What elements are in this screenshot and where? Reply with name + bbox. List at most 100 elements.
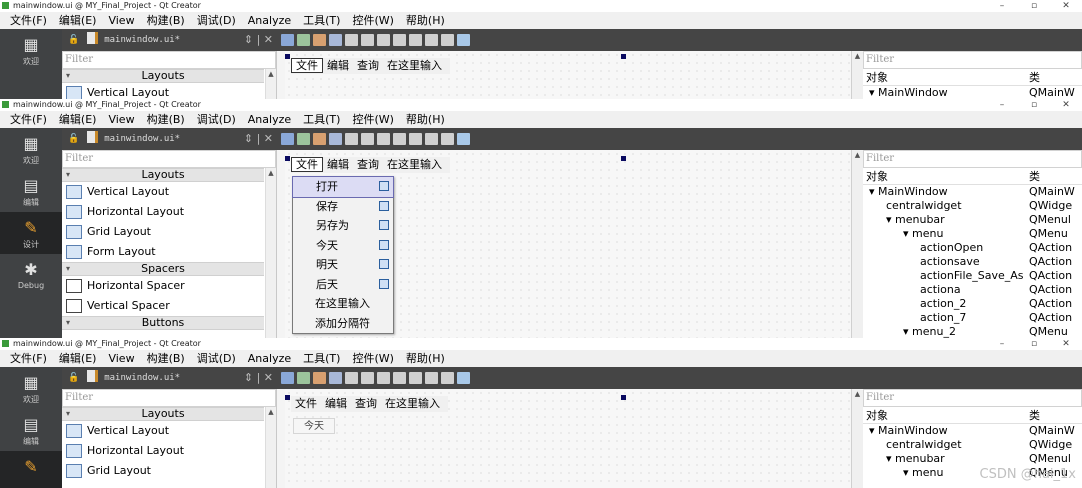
tree-row[interactable]: action_2 QAction xyxy=(863,297,1082,311)
widget-vertical-layout[interactable]: Vertical Layout xyxy=(62,421,264,441)
widget-horizontal-layout[interactable]: Horizontal Layout xyxy=(62,441,264,461)
tree-row[interactable]: actionsave QAction xyxy=(863,255,1082,269)
menu-edit[interactable]: 编辑(E) xyxy=(59,113,97,126)
adjust-size-icon[interactable] xyxy=(457,372,470,384)
mode-edit[interactable]: ▤ 编辑 xyxy=(0,170,62,212)
menu-tools[interactable]: 工具(T) xyxy=(303,113,340,126)
object-filter-input[interactable]: Filter xyxy=(863,150,1082,168)
close-button[interactable]: ✕ xyxy=(1050,0,1082,12)
adjust-size-icon[interactable] xyxy=(457,34,470,46)
adjust-size-icon[interactable] xyxy=(457,133,470,145)
form-menu-type-here[interactable]: 在这里输入 xyxy=(383,158,446,171)
submenu-today-item[interactable]: 今天 xyxy=(293,418,335,434)
menu-view[interactable]: View xyxy=(108,14,134,27)
close-button[interactable]: ✕ xyxy=(1050,338,1082,350)
category-layouts[interactable]: ▾ Layouts xyxy=(62,407,264,421)
layout-grid-icon[interactable] xyxy=(425,34,438,46)
break-layout-icon[interactable] xyxy=(441,133,454,145)
menu-analyze[interactable]: Analyze xyxy=(248,113,291,126)
category-spacers[interactable]: ▾ Spacers xyxy=(62,262,264,276)
tree-row[interactable]: actiona QAction xyxy=(863,283,1082,297)
layout-split-h-icon[interactable] xyxy=(377,34,390,46)
layout-split-v-icon[interactable] xyxy=(393,372,406,384)
menu-item-save-as[interactable]: 另存为 xyxy=(293,216,393,236)
form-menu-file[interactable]: 文件 xyxy=(291,397,321,410)
edit-widgets-icon[interactable] xyxy=(281,133,294,145)
layout-horizontal-icon[interactable] xyxy=(345,133,358,145)
selection-handle[interactable] xyxy=(621,54,626,59)
edit-tab-order-icon[interactable] xyxy=(329,133,342,145)
file-tab[interactable]: 🔓 mainwindow.ui* ⇕ | ✕ xyxy=(62,29,277,51)
file-tab[interactable]: 🔓 mainwindow.ui* ⇕ | ✕ xyxy=(62,367,277,389)
scroll-up-icon[interactable]: ▲ xyxy=(266,69,276,79)
file-tab-controls[interactable]: ⇕ | ✕ xyxy=(244,367,273,389)
menu-help[interactable]: 帮助(H) xyxy=(406,113,445,126)
break-layout-icon[interactable] xyxy=(441,372,454,384)
menu-item-add-separator[interactable]: 添加分隔符 xyxy=(293,314,393,334)
file-tab-controls[interactable]: ⇕ | ✕ xyxy=(244,29,273,51)
selection-handle[interactable] xyxy=(285,156,290,161)
splitter-scrollbar[interactable]: ▲ xyxy=(851,389,863,488)
menu-item-save[interactable]: 保存 xyxy=(293,197,393,217)
layout-horizontal-icon[interactable] xyxy=(345,372,358,384)
tree-row[interactable]: actionOpen QAction xyxy=(863,241,1082,255)
form-menu-file[interactable]: 文件 xyxy=(291,58,323,73)
form-menu-query[interactable]: 查询 xyxy=(353,59,383,72)
edit-widgets-icon[interactable] xyxy=(281,372,294,384)
form-menu-query[interactable]: 查询 xyxy=(353,158,383,171)
layout-grid-icon[interactable] xyxy=(425,133,438,145)
mode-debug[interactable]: ✱ Debug xyxy=(0,254,62,296)
tree-row[interactable]: ▾ menu QMenu xyxy=(863,227,1082,241)
widget-grid-layout[interactable]: Grid Layout xyxy=(62,222,264,242)
menu-edit[interactable]: 编辑(E) xyxy=(59,14,97,27)
widget-vertical-layout[interactable]: Vertical Layout xyxy=(62,182,264,202)
selection-handle[interactable] xyxy=(621,395,626,400)
scroll-up-icon[interactable]: ▲ xyxy=(852,51,863,61)
break-layout-icon[interactable] xyxy=(441,34,454,46)
widget-filter-input[interactable]: Filter xyxy=(62,389,276,407)
edit-signals-icon[interactable] xyxy=(297,133,310,145)
edit-buddies-icon[interactable] xyxy=(313,133,326,145)
mode-welcome[interactable]: ▦ 欢迎 xyxy=(0,367,62,409)
selection-handle[interactable] xyxy=(285,54,290,59)
column-class[interactable]: 类 xyxy=(1029,407,1040,424)
widget-box-scrollbar[interactable]: ▲ xyxy=(265,407,276,488)
form-menu-type-here[interactable]: 在这里输入 xyxy=(383,59,446,72)
edit-signals-icon[interactable] xyxy=(297,34,310,46)
tree-row[interactable]: centralwidget QWidge xyxy=(863,199,1082,213)
widget-horizontal-layout[interactable]: Horizontal Layout xyxy=(62,202,264,222)
tree-row[interactable]: actionFile_Save_As QAction xyxy=(863,269,1082,283)
menu-file[interactable]: 文件(F) xyxy=(10,14,47,27)
menu-help[interactable]: 帮助(H) xyxy=(406,352,445,365)
form-canvas[interactable]: 文件 编辑 查询 在这里输入 xyxy=(285,51,851,101)
maximize-button[interactable]: ▫ xyxy=(1018,338,1050,350)
layout-vertical-icon[interactable] xyxy=(361,34,374,46)
edit-widgets-icon[interactable] xyxy=(281,34,294,46)
layout-vertical-icon[interactable] xyxy=(361,372,374,384)
menu-build[interactable]: 构建(B) xyxy=(147,352,185,365)
menu-edit[interactable]: 编辑(E) xyxy=(59,352,97,365)
menu-analyze[interactable]: Analyze xyxy=(248,14,291,27)
column-class[interactable]: 类 xyxy=(1029,69,1040,86)
tree-row[interactable]: ▾ MainWindow QMainW xyxy=(863,424,1082,438)
object-filter-input[interactable]: Filter xyxy=(863,51,1082,69)
menu-analyze[interactable]: Analyze xyxy=(248,352,291,365)
tree-row[interactable]: ▾ MainWindow QMainW xyxy=(863,185,1082,199)
menu-help[interactable]: 帮助(H) xyxy=(406,14,445,27)
menu-view[interactable]: View xyxy=(108,113,134,126)
menu-item-open[interactable]: 打开 xyxy=(292,176,394,198)
menu-file[interactable]: 文件(F) xyxy=(10,352,47,365)
mode-design[interactable]: ✎ 设计 xyxy=(0,212,62,254)
menu-tools[interactable]: 工具(T) xyxy=(303,14,340,27)
tree-row[interactable]: ▾ menu_2 QMenu xyxy=(863,325,1082,338)
menu-widgets[interactable]: 控件(W) xyxy=(352,352,393,365)
mode-welcome[interactable]: ▦ 欢迎 xyxy=(0,128,62,170)
menu-item-day-after[interactable]: 后天 xyxy=(293,275,393,295)
scroll-up-icon[interactable]: ▲ xyxy=(266,168,276,178)
category-buttons[interactable]: ▾ Buttons xyxy=(62,316,264,330)
category-layouts[interactable]: ▾ Layouts xyxy=(62,69,264,83)
widget-horizontal-spacer[interactable]: Horizontal Spacer xyxy=(62,276,264,296)
form-menu-edit[interactable]: 编辑 xyxy=(323,158,353,171)
scroll-up-icon[interactable]: ▲ xyxy=(852,150,863,160)
column-object[interactable]: 对象 xyxy=(866,69,888,86)
